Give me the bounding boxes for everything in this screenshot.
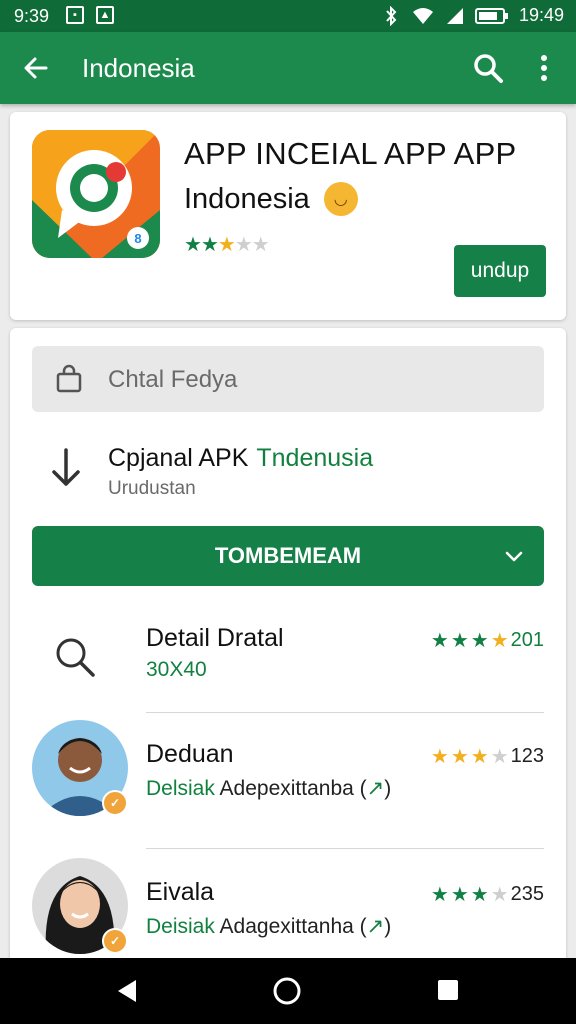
nav-recents-icon[interactable] <box>436 978 460 1002</box>
divider <box>146 712 544 713</box>
star-icon: ★ <box>450 630 469 652</box>
content-card: Cpjanal APKTndenusia Urudustan TOMBEMEAM… <box>10 328 566 968</box>
download-title-line: Cpjanal APK Tndenusia <box>108 444 373 473</box>
status-clock: 19:49 <box>518 5 564 25</box>
signal-icon <box>446 7 463 24</box>
list-item-sub: 30X40 <box>146 658 207 682</box>
list-item-sub-green: 30X40 <box>146 658 207 681</box>
star-icon: ★ <box>490 746 509 768</box>
app-header-card: 8 APP INCEIAL APP APP Indonesia ◡ ★★★★★ … <box>10 112 566 320</box>
list-item-rating-value: 235 <box>510 883 544 905</box>
photo-icon: ▲ <box>96 6 114 24</box>
download-title: Cpjanal APK <box>108 444 249 472</box>
star-icon: ★ <box>217 234 236 256</box>
list-item-name: Eivala <box>146 878 215 906</box>
list-item-rating: ★ ★ ★ ★ 201 <box>431 628 544 653</box>
status-time: 9:39 <box>14 6 50 26</box>
list-item-rating: ★ ★ ★ ★ 123 <box>431 744 544 769</box>
star-icon: ★ <box>470 630 489 652</box>
star-icon: ★ <box>430 884 449 906</box>
primary-action-label: TOMBEMEAM <box>214 543 362 568</box>
app-title: APP INCEIAL APP APP <box>184 136 517 171</box>
verified-badge-icon: ✓ <box>102 790 128 816</box>
download-subtitle: Urudustan <box>108 478 196 499</box>
page-title: Indonesia <box>82 53 195 83</box>
list-item[interactable]: Detail Dratal 30X40 ★ ★ ★ ★ 201 <box>32 610 544 720</box>
star-icon: ★ <box>450 746 469 768</box>
list-item-rating-value: 201 <box>510 629 544 651</box>
install-button[interactable]: undup <box>454 245 546 297</box>
divider <box>146 848 544 849</box>
star-icon: ★ <box>450 884 469 906</box>
primary-action-button[interactable]: TOMBEMEAM <box>32 526 544 586</box>
list-item-rating-value: 123 <box>510 745 544 767</box>
status-right-icons: 19:49 <box>381 5 564 26</box>
list-item-sub-green: Delsiak <box>146 777 215 800</box>
app-subtitle: Indonesia <box>184 182 310 215</box>
status-bar: 9:39 ▪ ▲ 19:49 <box>0 0 576 32</box>
nav-home-icon[interactable] <box>272 976 302 1006</box>
smiley-face-icon: ◡ <box>323 182 358 216</box>
app-rating-stars: ★★★★★ <box>184 232 270 257</box>
wifi-icon <box>412 7 433 24</box>
navigation-bar <box>0 958 576 1024</box>
list-item-sub-green: Deisiak <box>146 915 215 938</box>
list-item[interactable]: ✓ Deduan Delsiak Adepexittanba (↗) ★ ★ ★ ★ … <box>32 720 544 830</box>
list-item-sub-text: Adagexittanha <box>219 915 354 938</box>
star-icon: ★ <box>470 746 489 768</box>
app-logo-icon: 8 <box>32 130 160 258</box>
list-item-sub: Delsiak Adepexittanba (↗) <box>146 776 391 801</box>
search-icon <box>56 638 95 677</box>
star-icon: ★ <box>234 234 253 256</box>
shopping-bag-icon <box>56 364 82 393</box>
star-icon: ★ <box>430 746 449 768</box>
search-icon[interactable] <box>470 50 506 86</box>
nav-back-icon[interactable] <box>114 978 140 1004</box>
list-item-name: Detail Dratal <box>146 624 284 652</box>
search-box[interactable] <box>32 346 544 412</box>
bluetooth-icon <box>386 5 397 26</box>
app-bar: Indonesia <box>0 32 576 104</box>
star-icon: ★ <box>200 234 219 256</box>
star-icon: ★ <box>490 884 509 906</box>
star-icon: ★ <box>470 884 489 906</box>
notification-icon: ▪ <box>66 6 84 24</box>
svg-text:8: 8 <box>134 231 141 246</box>
status-left-icons: ▪ ▲ <box>66 6 114 24</box>
star-icon: ★ <box>490 630 509 652</box>
download-arrow-icon <box>52 448 80 486</box>
app-subtitle-row: Indonesia ◡ <box>184 182 358 216</box>
list-item-rating: ★ ★ ★ ★ 235 <box>431 882 544 907</box>
search-input[interactable] <box>106 362 510 398</box>
trend-up-icon: (↗) <box>359 915 392 938</box>
back-arrow-icon[interactable] <box>18 50 54 86</box>
verified-badge-icon: ✓ <box>102 928 128 954</box>
download-row[interactable]: Cpjanal APK Tndenusia Urudustan <box>32 434 544 500</box>
chevron-down-icon <box>505 551 523 562</box>
list-item-name: Deduan <box>146 740 234 768</box>
list-item-sub-text: Adepexittanba <box>219 777 354 800</box>
list-item[interactable]: ✓ Eivala Deisiak Adagexittanha (↗) ★ ★ ★ ★ … <box>32 858 544 968</box>
trend-up-icon: (↗) <box>359 777 392 800</box>
list-item-sub: Deisiak Adagexittanha (↗) <box>146 914 391 939</box>
download-title-highlight: Tndenusia <box>256 444 374 472</box>
more-vert-icon[interactable] <box>526 50 562 86</box>
battery-icon <box>474 7 508 24</box>
star-icon: ★ <box>251 234 270 256</box>
star-icon: ★ <box>430 630 449 652</box>
star-icon: ★ <box>184 234 202 256</box>
